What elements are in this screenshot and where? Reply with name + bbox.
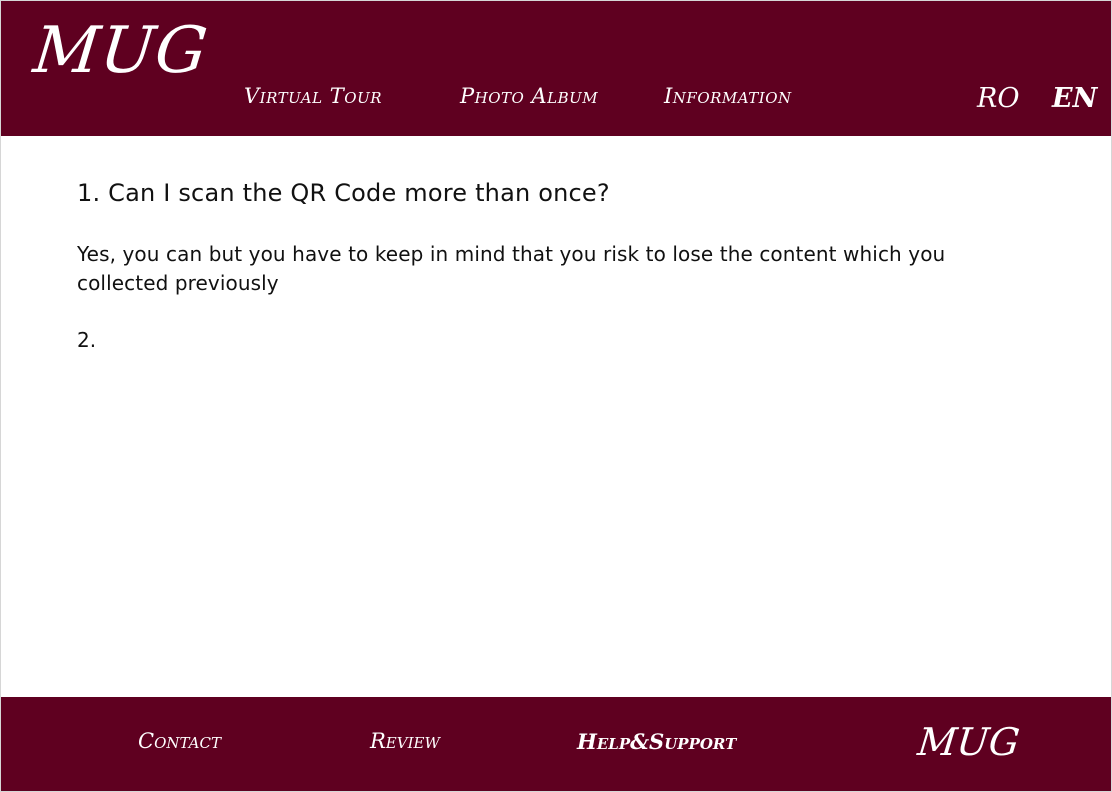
footer-contact-link[interactable]: Contact bbox=[138, 731, 221, 752]
language-ro-link[interactable]: RO bbox=[977, 85, 1019, 112]
footer-logo[interactable]: MUG bbox=[916, 720, 1022, 764]
faq-content: 1. Can I scan the QR Code more than once… bbox=[77, 179, 1037, 352]
nav-information[interactable]: Information bbox=[664, 86, 792, 107]
footer-review-link[interactable]: Review bbox=[370, 731, 440, 752]
footer-help-support-link[interactable]: Help&Support bbox=[577, 731, 736, 752]
faq-question-2: 2. bbox=[77, 327, 97, 352]
top-header: MUG Virtual Tour Photo Album Information… bbox=[1, 1, 1111, 136]
faq-question-1: 1. Can I scan the QR Code more than once… bbox=[77, 179, 610, 207]
faq-answer-1: Yes, you can but you have to keep in min… bbox=[77, 241, 946, 295]
site-logo[interactable]: MUG bbox=[30, 14, 211, 88]
page: MUG Virtual Tour Photo Album Information… bbox=[0, 0, 1112, 792]
language-en-link[interactable]: EN bbox=[1052, 85, 1097, 112]
nav-virtual-tour[interactable]: Virtual Tour bbox=[244, 86, 382, 107]
nav-photo-album[interactable]: Photo Album bbox=[460, 86, 598, 107]
